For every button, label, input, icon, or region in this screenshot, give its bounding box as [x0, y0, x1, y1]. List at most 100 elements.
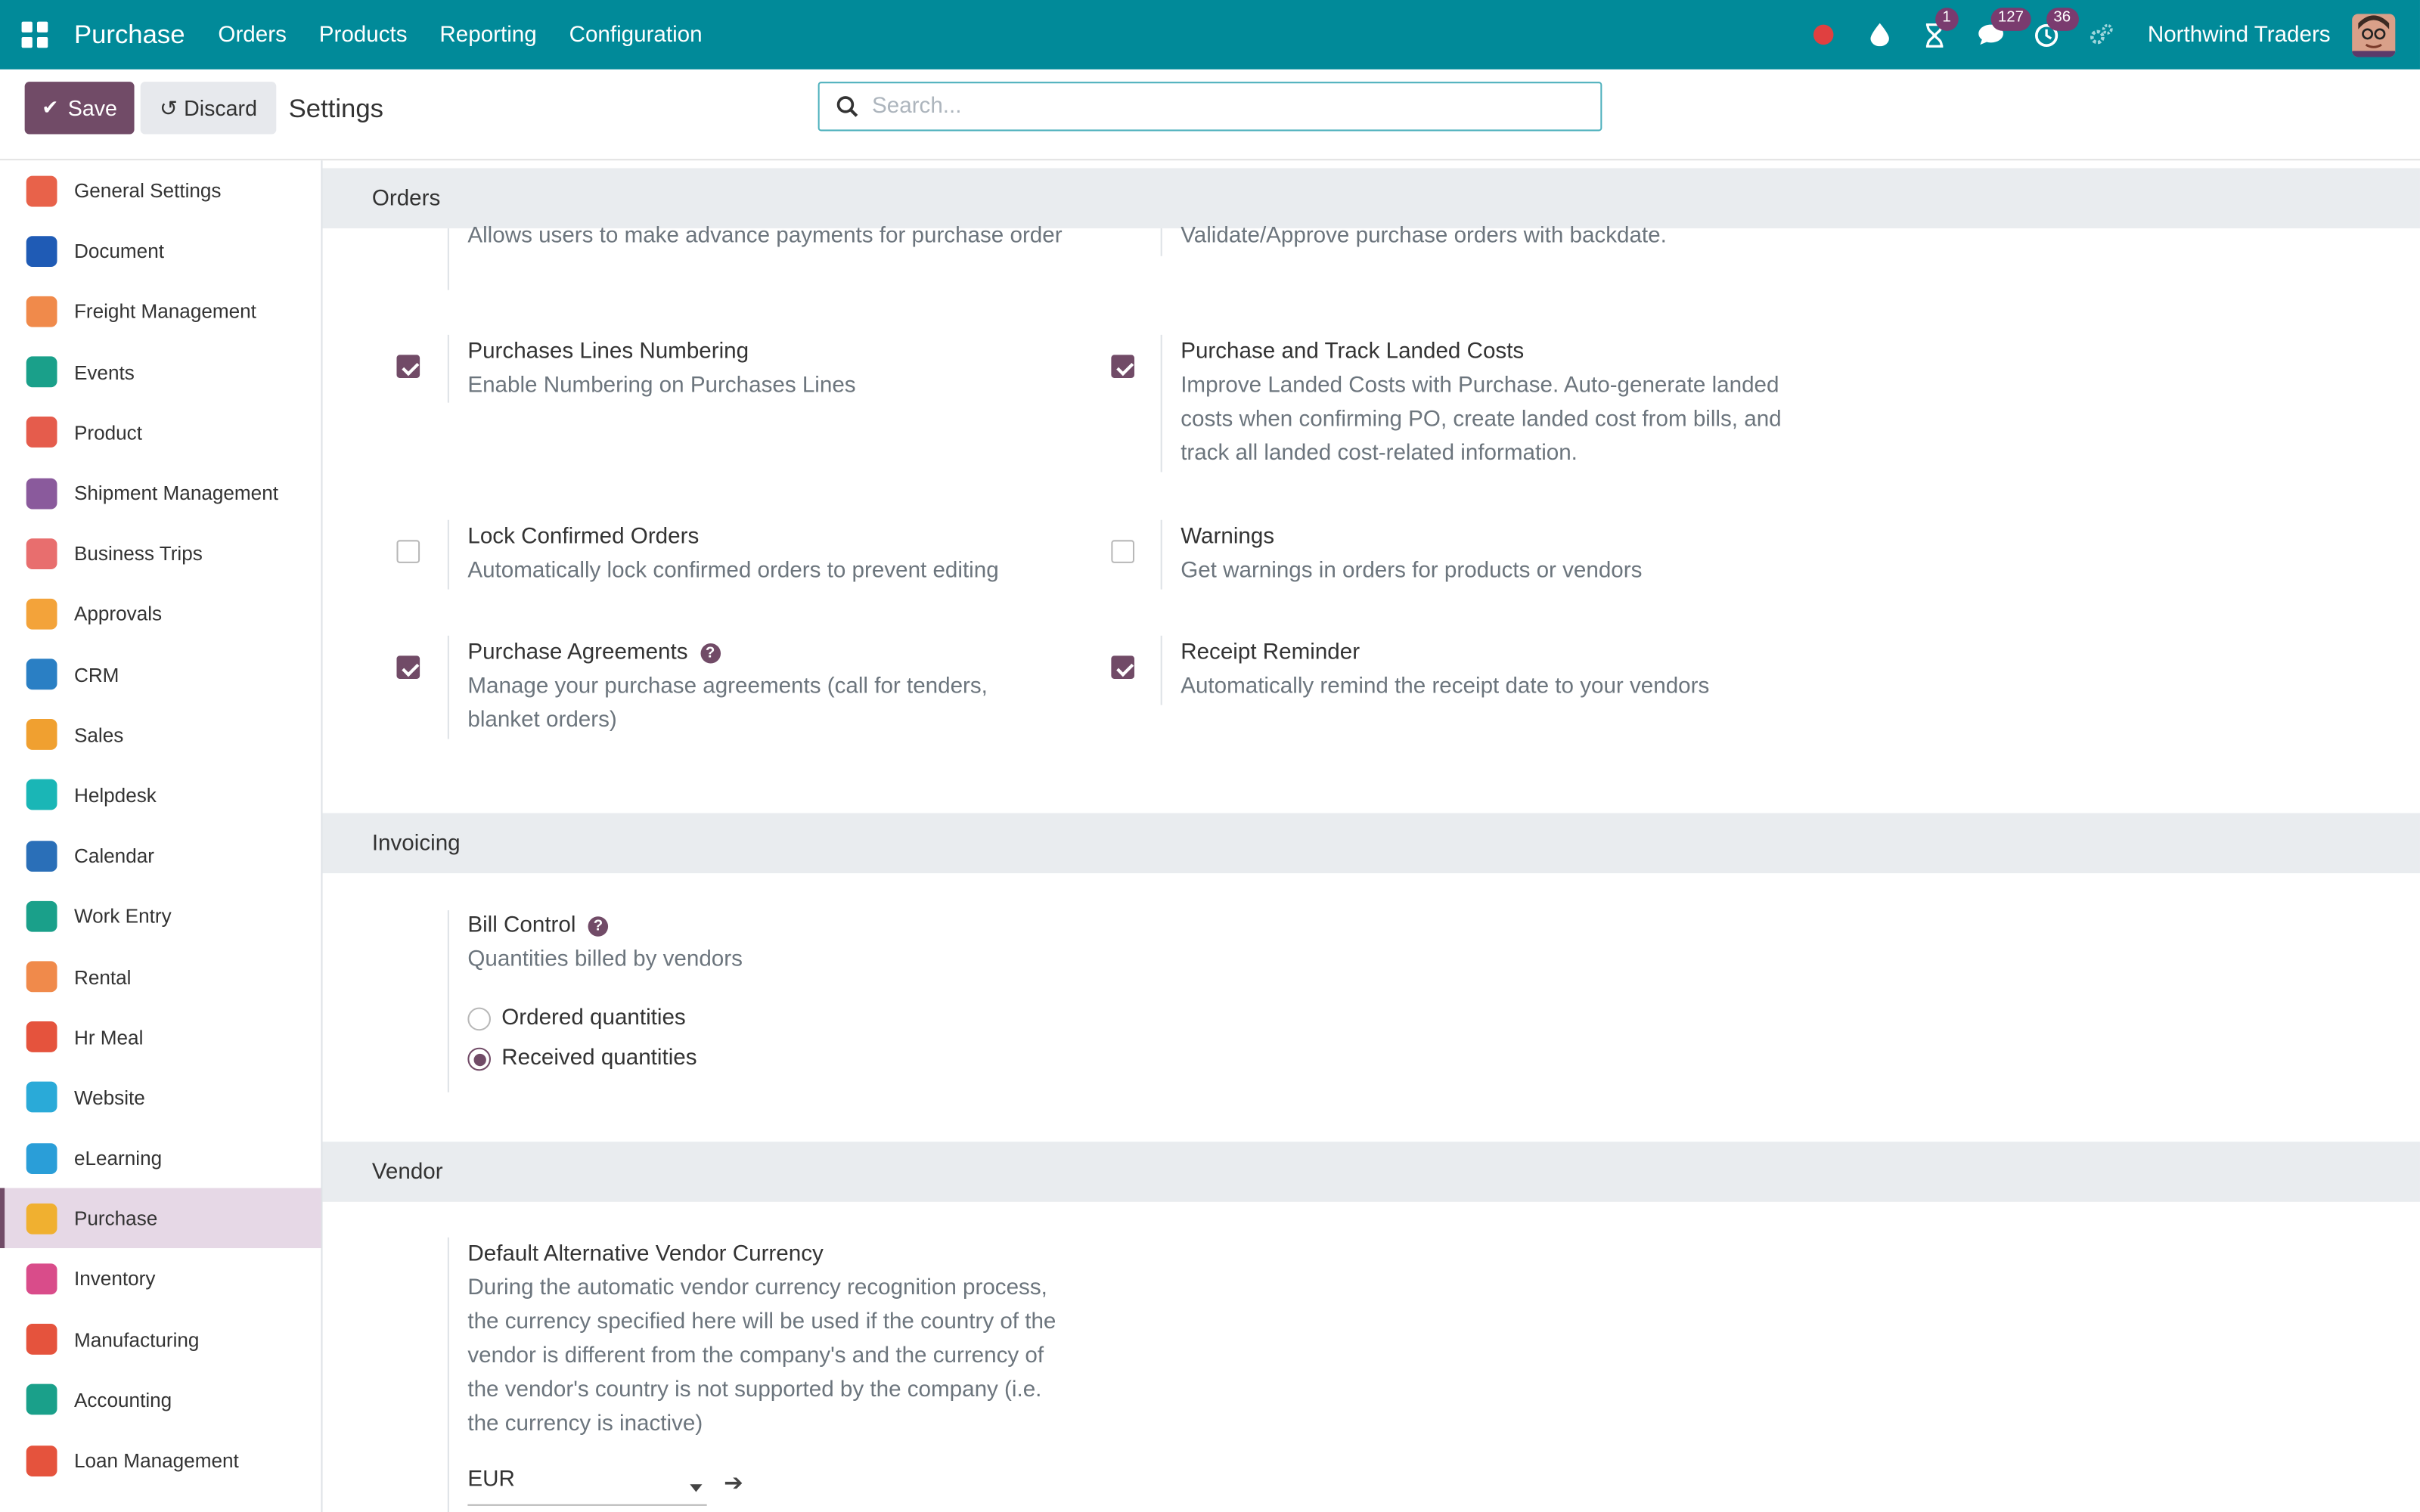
divider	[447, 334, 449, 403]
divider	[447, 228, 449, 290]
sidebar-item-accounting[interactable]: Accounting	[0, 1370, 321, 1430]
drop-icon[interactable]	[1863, 20, 1894, 51]
search-input[interactable]	[872, 94, 1552, 119]
sidebar-item-shipment-management[interactable]: Shipment Management	[0, 463, 321, 523]
caret-down-icon	[690, 1484, 703, 1492]
help-icon[interactable]: ?	[700, 643, 721, 664]
cogs-icon[interactable]	[2086, 20, 2117, 51]
product-app-icon	[26, 417, 57, 448]
menu-orders[interactable]: Orders	[202, 23, 302, 48]
sidebar-item-label: Hr Meal	[73, 1025, 144, 1049]
lock-orders-desc: Automatically lock confirmed orders to p…	[467, 558, 999, 584]
menu-configuration[interactable]: Configuration	[553, 23, 718, 48]
divider	[1160, 635, 1162, 705]
sidebar-item-work-entry[interactable]: Work Entry	[0, 886, 321, 947]
discard-button[interactable]: ↺ Discard	[140, 82, 277, 135]
agreements-title: Purchase Agreements?	[467, 640, 721, 665]
sidebar-item-crm[interactable]: CRM	[0, 644, 321, 705]
received-quantities-label[interactable]: Received quantities	[501, 1046, 697, 1071]
sidebar-item-website[interactable]: Website	[0, 1067, 321, 1128]
warnings-checkbox[interactable]	[1111, 540, 1134, 563]
agreements-checkbox[interactable]	[396, 655, 420, 679]
sidebar-item-business-trips[interactable]: Business Trips	[0, 523, 321, 584]
sidebar-item-events[interactable]: Events	[0, 342, 321, 402]
lines-numbering-title: Purchases Lines Numbering	[467, 339, 749, 364]
sidebar-item-label: CRM	[73, 662, 119, 686]
backdate-desc: Validate/Approve purchase orders with ba…	[1181, 223, 1667, 249]
sidebar-item-helpdesk[interactable]: Helpdesk	[0, 765, 321, 826]
sidebar-item-approvals[interactable]: Approvals	[0, 584, 321, 644]
systray: 1 127 36 Northwind Traders	[1783, 0, 2396, 70]
landed-costs-title: Purchase and Track Landed Costs	[1181, 339, 1525, 364]
sidebar-item-freight-management[interactable]: Freight Management	[0, 281, 321, 342]
user-avatar[interactable]	[2352, 13, 2396, 57]
internal-link-arrow-icon[interactable]: ➔	[724, 1469, 743, 1497]
company-switcher[interactable]: Northwind Traders	[2148, 23, 2331, 48]
timer-badge: 36	[2046, 7, 2079, 30]
sidebar-item-label: Approvals	[73, 602, 163, 626]
vendor-currency-title: Default Alternative Vendor Currency	[467, 1241, 824, 1267]
messages-badge: 127	[1990, 7, 2032, 30]
advance-payment-desc: Allows users to make advance payments fo…	[467, 223, 1063, 249]
main-menu: Orders Products Reporting Configuration	[202, 23, 718, 48]
menu-reporting[interactable]: Reporting	[424, 23, 553, 48]
lock-orders-checkbox[interactable]	[396, 540, 420, 563]
sidebar-item-label: Purchase	[73, 1207, 158, 1231]
sidebar-item-rental[interactable]: Rental	[0, 947, 321, 1007]
sidebar-item-label: Loan Management	[73, 1448, 239, 1472]
sidebar-item-calendar[interactable]: Calendar	[0, 826, 321, 886]
radio-received-quantities[interactable]	[467, 1047, 491, 1071]
lines-numbering-checkbox[interactable]	[396, 355, 420, 378]
shipment-management-app-icon	[26, 477, 57, 509]
control-panel: ✔ Save ↺ Discard Settings	[0, 69, 2420, 161]
section-header-vendor: Vendor	[322, 1142, 2420, 1202]
sidebar-item-label: Sales	[73, 723, 124, 747]
sidebar-item-manufacturing[interactable]: Manufacturing	[0, 1309, 321, 1370]
agreements-desc: Manage your purchase agreements (call fo…	[467, 674, 988, 733]
receipt-reminder-desc: Automatically remind the receipt date to…	[1181, 674, 1710, 699]
events-app-icon	[26, 356, 57, 388]
crm-app-icon	[26, 658, 57, 690]
sidebar-item-hr-meal[interactable]: Hr Meal	[0, 1007, 321, 1067]
help-icon[interactable]: ?	[588, 916, 609, 937]
divider	[1160, 519, 1162, 590]
search-bar[interactable]	[818, 82, 1602, 132]
page-title: Settings	[288, 94, 384, 124]
menu-products[interactable]: Products	[302, 23, 424, 48]
apps-grid-icon[interactable]	[21, 21, 48, 48]
ordered-quantities-label[interactable]: Ordered quantities	[501, 1006, 685, 1031]
sidebar-item-label: Accounting	[73, 1388, 172, 1412]
calendar-app-icon	[26, 840, 57, 872]
hourglass-icon[interactable]: 1	[1919, 7, 1959, 51]
sidebar-item-elearning[interactable]: eLearning	[0, 1128, 321, 1188]
sidebar-item-inventory[interactable]: Inventory	[0, 1249, 321, 1309]
accounting-app-icon	[26, 1384, 57, 1416]
app-brand[interactable]: Purchase	[74, 20, 185, 51]
section-header-invoicing: Invoicing	[322, 813, 2420, 874]
landed-costs-checkbox[interactable]	[1111, 355, 1134, 378]
sidebar-item-loan-management[interactable]: Loan Management	[0, 1430, 321, 1491]
sidebar-item-label: Work Entry	[73, 904, 172, 928]
general-settings-app-icon	[26, 175, 57, 206]
sidebar-item-document[interactable]: Document	[0, 221, 321, 281]
save-button[interactable]: ✔ Save	[24, 82, 135, 135]
bill-control-title-text: Bill Control	[467, 913, 576, 938]
chat-icon[interactable]: 127	[1975, 7, 2032, 51]
business-trips-app-icon	[26, 538, 57, 569]
warnings-desc: Get warnings in orders for products or v…	[1181, 558, 1643, 584]
sidebar-item-label: eLearning	[73, 1146, 163, 1170]
currency-select[interactable]: EUR	[467, 1467, 707, 1506]
divider	[447, 519, 449, 590]
sidebar-item-purchase[interactable]: Purchase	[0, 1188, 321, 1249]
receipt-reminder-checkbox[interactable]	[1111, 655, 1134, 679]
sidebar-item-label: Events	[73, 360, 135, 384]
sidebar-item-product[interactable]: Product	[0, 402, 321, 463]
clock-icon[interactable]: 36	[2031, 7, 2079, 51]
sidebar-item-label: Rental	[73, 965, 132, 989]
sidebar-item-general-settings[interactable]: General Settings	[0, 160, 321, 221]
sidebar-item-sales[interactable]: Sales	[0, 705, 321, 765]
sidebar-item-label: Product	[73, 420, 142, 445]
warnings-title: Warnings	[1181, 524, 1275, 550]
radio-ordered-quantities[interactable]	[467, 1007, 491, 1031]
record-dot-icon[interactable]	[1808, 20, 1839, 51]
